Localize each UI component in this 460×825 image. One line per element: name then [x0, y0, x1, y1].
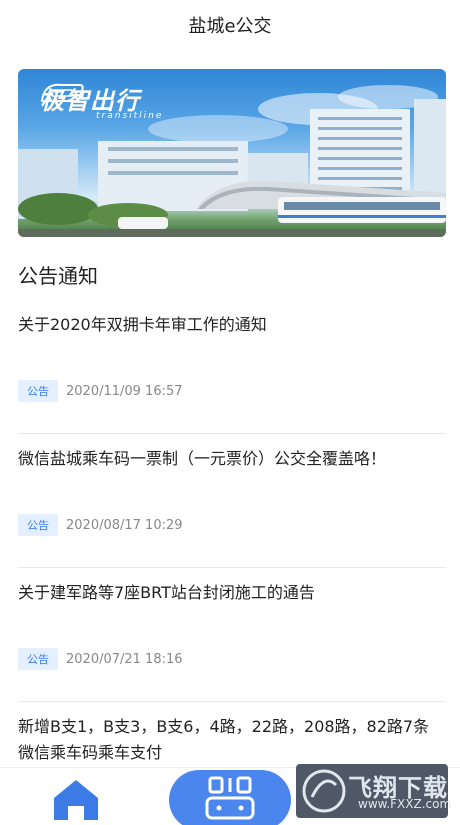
- bus-code-icon: [205, 776, 255, 820]
- notice-tag-badge: 公告: [18, 514, 58, 536]
- site-watermark: 飞翔下载 www.FXXZ.com: [296, 764, 452, 818]
- notice-item[interactable]: 微信盐城乘车码一票制（一元票价）公交全覆盖咯！ 公告 2020/08/17 10…: [18, 434, 446, 568]
- page-title: 盐城e公交: [188, 16, 272, 37]
- notice-item[interactable]: 关于2020年双拥卡年审工作的通知 公告 2020/11/09 16:57: [18, 300, 446, 434]
- tab-home[interactable]: [52, 778, 100, 822]
- notice-date: 2020/11/09 16:57: [66, 383, 183, 399]
- notice-tag-badge: 公告: [18, 380, 58, 402]
- notice-title: 关于建军路等7座BRT站台封闭施工的通告: [18, 583, 315, 602]
- notice-title: 关于2020年双拥卡年审工作的通知: [18, 315, 267, 334]
- notice-list: 关于2020年双拥卡年审工作的通知 公告 2020/11/09 16:57 微信…: [18, 300, 446, 825]
- notice-tag-badge: 公告: [18, 648, 58, 670]
- brand-logo: 极智出行 transitline: [40, 81, 161, 121]
- section-title: 公告通知: [18, 264, 98, 288]
- watermark-logo-icon: [302, 769, 346, 813]
- tab-bus-code[interactable]: [169, 770, 291, 825]
- notice-meta: 公告 2020/08/17 10:29: [18, 514, 183, 536]
- notice-title: 新增B支1，B支3，B支6，4路，22路，208路，82路7条微信乘车码乘车支付: [18, 717, 430, 762]
- banner-image[interactable]: 极智出行 transitline: [18, 69, 446, 237]
- notice-item[interactable]: 关于建军路等7座BRT站台封闭施工的通告 公告 2020/07/21 18:16: [18, 568, 446, 702]
- notice-meta: 公告 2020/11/09 16:57: [18, 380, 183, 402]
- notice-date: 2020/07/21 18:16: [66, 651, 183, 667]
- app-header: 盐城e公交: [0, 0, 460, 50]
- notice-date: 2020/08/17 10:29: [66, 517, 183, 533]
- notice-meta: 公告 2020/07/21 18:16: [18, 648, 183, 670]
- notice-title: 微信盐城乘车码一票制（一元票价）公交全覆盖咯！: [18, 449, 387, 468]
- watermark-url: www.FXXZ.com: [358, 797, 452, 811]
- brand-logo-subtext: transitline: [96, 111, 164, 121]
- home-icon: [54, 780, 98, 820]
- bus-logo-icon: [40, 83, 84, 102]
